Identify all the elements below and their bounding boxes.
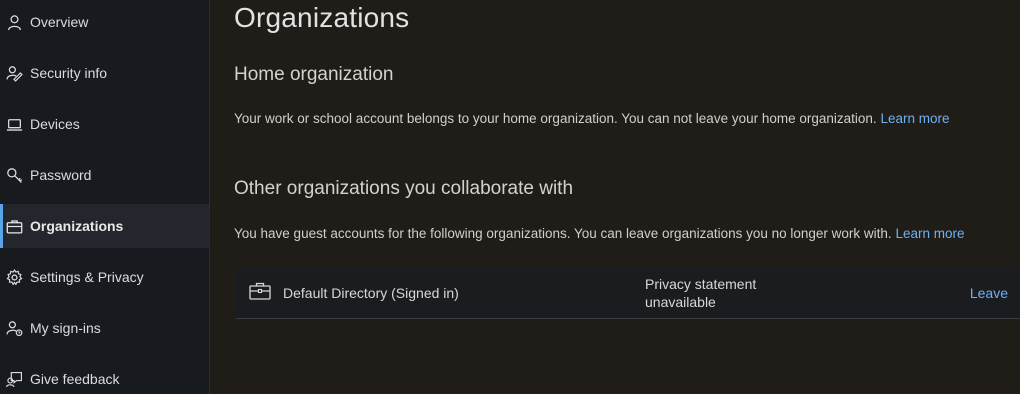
sidebar-item-label: Overview	[30, 14, 89, 30]
person-icon	[6, 14, 23, 31]
sidebar-item-label: Devices	[30, 116, 80, 132]
sidebar-item-label: Organizations	[30, 218, 124, 234]
sidebar-item-label: Password	[30, 167, 92, 183]
sidebar-item-security-info[interactable]: Security info	[0, 51, 209, 95]
privacy-statement-line2: unavailable	[645, 294, 716, 310]
security-info-icon	[6, 65, 23, 82]
sidebar-item-settings-privacy[interactable]: Settings & Privacy	[0, 255, 209, 299]
organization-row: Default Directory (Signed in) Privacy st…	[236, 267, 1020, 319]
sidebar: Overview Security info Devices Password …	[0, 0, 210, 394]
sidebar-item-my-sign-ins[interactable]: My sign-ins	[0, 306, 209, 350]
page-title: Organizations	[234, 2, 410, 33]
main-content: Organizations Home organization Your wor…	[210, 0, 1020, 394]
sign-ins-icon	[6, 320, 23, 337]
sidebar-item-organizations[interactable]: Organizations	[0, 204, 209, 248]
gear-icon	[6, 268, 23, 286]
feedback-icon	[6, 371, 23, 388]
sidebar-item-label: Settings & Privacy	[30, 269, 144, 285]
sidebar-item-label: Give feedback	[30, 371, 120, 387]
briefcase-icon	[249, 282, 271, 300]
sidebar-item-give-feedback[interactable]: Give feedback	[0, 357, 209, 394]
other-learn-more-link[interactable]: Learn more	[895, 226, 964, 241]
leave-organization-link[interactable]: Leave	[970, 285, 1008, 301]
other-organizations-description: You have guest accounts for the followin…	[234, 226, 965, 241]
home-organization-description: Your work or school account belongs to y…	[234, 111, 949, 126]
sidebar-item-label: Security info	[30, 65, 108, 81]
sidebar-item-password[interactable]: Password	[0, 153, 209, 197]
sidebar-item-overview[interactable]: Overview	[0, 0, 209, 44]
other-organizations-text: You have guest accounts for the followin…	[234, 226, 892, 241]
key-icon	[6, 167, 23, 184]
sidebar-item-devices[interactable]: Devices	[0, 102, 209, 146]
home-learn-more-link[interactable]: Learn more	[880, 111, 949, 126]
laptop-icon	[6, 116, 23, 133]
home-organization-text: Your work or school account belongs to y…	[234, 111, 877, 126]
home-organization-heading: Home organization	[234, 64, 394, 85]
organization-name: Default Directory (Signed in)	[283, 285, 459, 301]
app-window: Overview Security info Devices Password …	[0, 0, 1020, 394]
briefcase-icon	[6, 218, 23, 235]
privacy-statement-line1: Privacy statement	[645, 276, 757, 292]
privacy-statement: Privacy statement unavailable	[645, 275, 785, 311]
sidebar-item-label: My sign-ins	[30, 320, 101, 336]
other-organizations-heading: Other organizations you collaborate with	[234, 178, 574, 199]
